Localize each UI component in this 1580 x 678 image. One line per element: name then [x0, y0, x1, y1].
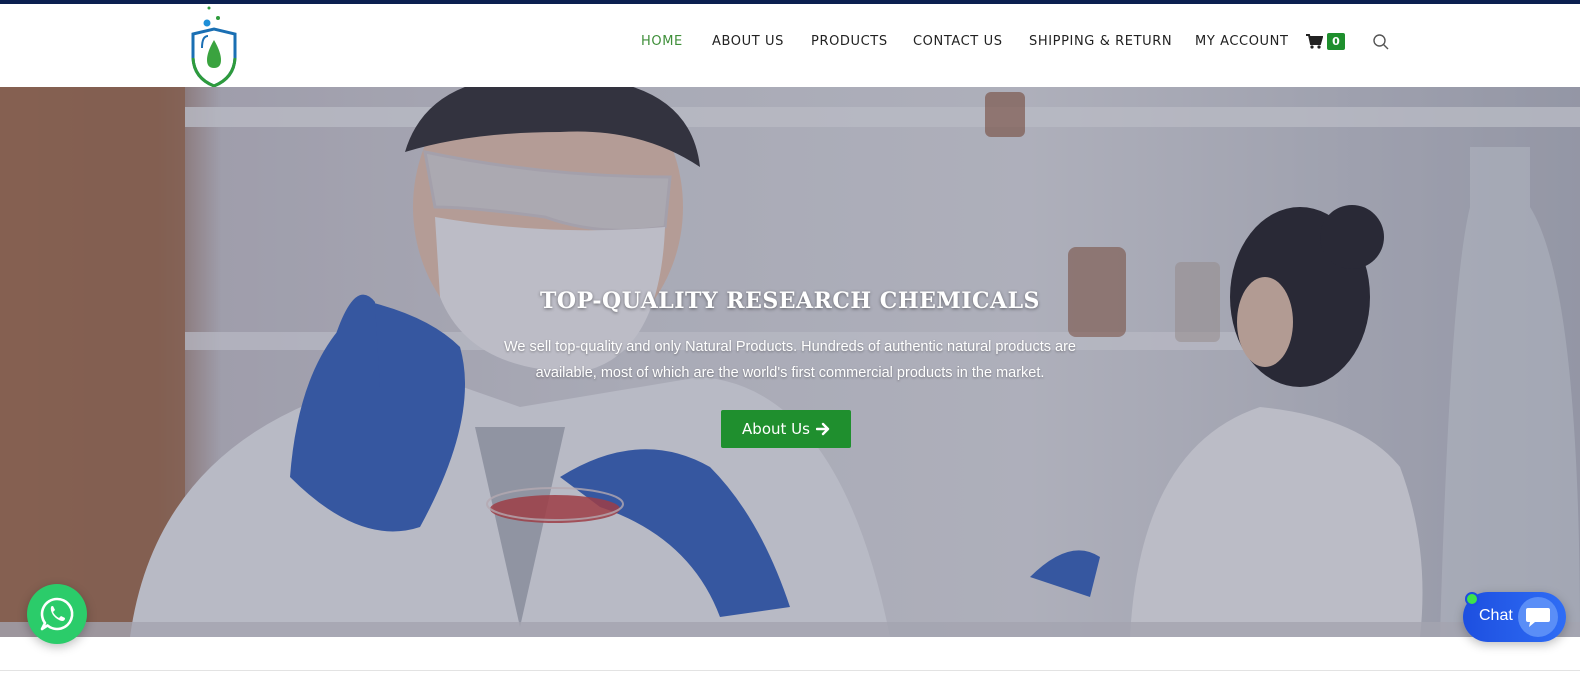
about-us-button-label: About Us — [742, 420, 810, 438]
nav-shipping-return[interactable]: SHIPPING & RETURN — [1029, 34, 1172, 49]
chat-label: Chat — [1479, 607, 1513, 624]
whatsapp-icon — [40, 597, 74, 631]
about-us-button[interactable]: About Us — [721, 410, 851, 448]
arrow-right-icon — [815, 422, 830, 436]
nav-my-account[interactable]: MY ACCOUNT — [1195, 34, 1289, 49]
hero-title: TOP-QUALITY RESEARCH CHEMICALS — [540, 287, 1040, 314]
search-button[interactable] — [1372, 33, 1390, 51]
hero-banner: TOP-QUALITY RESEARCH CHEMICALS We sell t… — [0, 87, 1580, 637]
section-divider — [0, 670, 1580, 671]
chat-bubble-icon-wrapper — [1518, 597, 1558, 637]
nav-contact-us[interactable]: CONTACT US — [913, 34, 1003, 49]
main-nav: HOME ABOUT US PRODUCTS CONTACT US SHIPPI… — [0, 4, 1580, 87]
hero-description: We sell top-quality and only Natural Pro… — [504, 338, 1076, 381]
chat-online-indicator — [1465, 592, 1479, 606]
site-header: HOME ABOUT US PRODUCTS CONTACT US SHIPPI… — [0, 4, 1580, 88]
search-icon — [1373, 34, 1389, 50]
shopping-cart-icon — [1306, 34, 1324, 49]
cart-count-badge: 0 — [1327, 33, 1345, 50]
cart-button[interactable] — [1305, 32, 1324, 52]
nav-products[interactable]: PRODUCTS — [811, 34, 888, 49]
chat-bubble-icon — [1526, 608, 1550, 627]
nav-about-us[interactable]: ABOUT US — [712, 34, 784, 49]
whatsapp-button[interactable] — [27, 584, 87, 644]
nav-home[interactable]: HOME — [641, 34, 683, 49]
